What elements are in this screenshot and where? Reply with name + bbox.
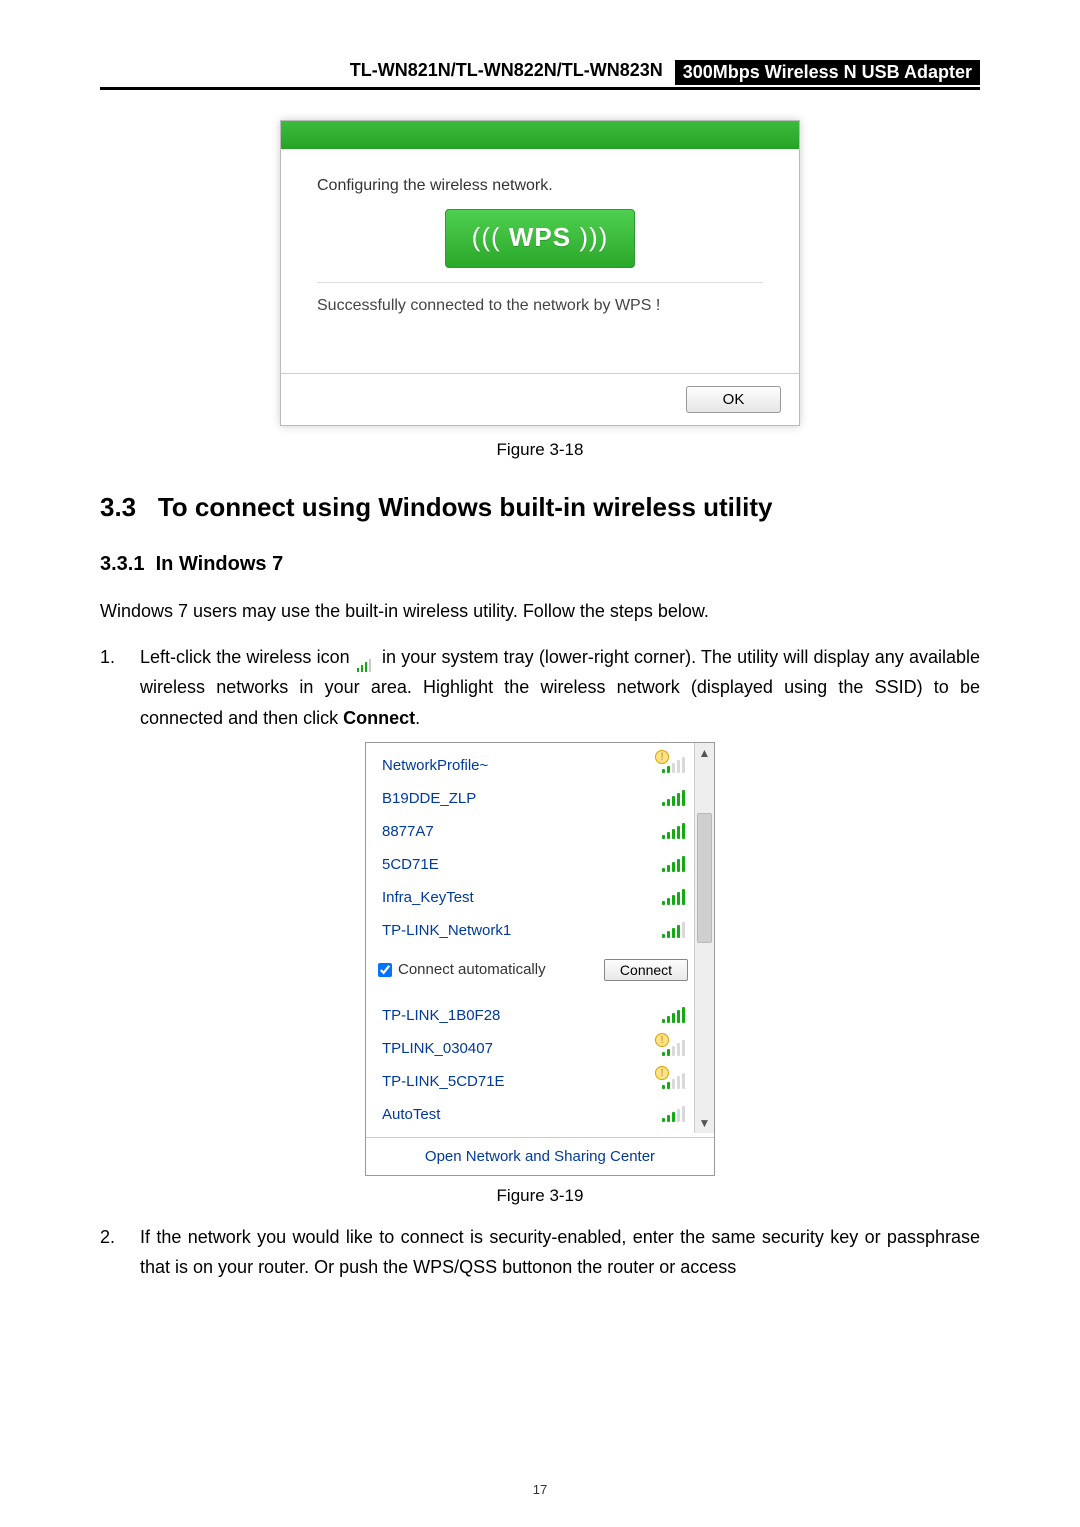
figure-3-18-caption: Figure 3-18 (100, 440, 980, 460)
subsection-heading: 3.3.1 In Windows 7 (100, 553, 980, 576)
connect-automatically[interactable]: Connect automatically (378, 961, 546, 978)
signal-icon (662, 922, 684, 938)
signal-icon (662, 889, 684, 905)
network-item[interactable]: TP-LINK_1B0F28 (378, 999, 688, 1032)
step1-part1: Left-click the wireless icon (140, 647, 355, 667)
wps-success-text: Successfully connected to the network by… (317, 297, 763, 315)
network-item[interactable]: TP-LINK_Network1 (378, 914, 688, 947)
connect-auto-label: Connect automatically (398, 961, 546, 978)
signal-icon (662, 1106, 684, 1122)
flyout-scrollbar[interactable]: ▲ ▼ (694, 743, 714, 1133)
wps-dialog: Configuring the wireless network. WPS Su… (280, 120, 800, 426)
network-item[interactable]: TP-LINK_5CD71E (378, 1065, 688, 1098)
wps-badge: WPS (445, 209, 636, 268)
network-item[interactable]: Infra_KeyTest (378, 881, 688, 914)
signal-icon (662, 1073, 684, 1089)
header-models: TL-WN821N/TL-WN822N/TL-WN823N (100, 60, 675, 85)
network-name: B19DDE_ZLP (382, 790, 662, 807)
step-2-body: If the network you would like to connect… (140, 1222, 980, 1283)
wps-dialog-titlebar (281, 121, 799, 149)
wps-divider (317, 282, 763, 283)
signal-icon (662, 790, 684, 806)
wifi-flyout: ▲ ▼ NetworkProfile~ B19DDE_ZLP 8877A7 5CD71… (365, 742, 715, 1176)
open-network-center-link[interactable]: Open Network and Sharing Center (366, 1137, 714, 1175)
step-2: 2. If the network you would like to conn… (100, 1222, 980, 1283)
network-name: TP-LINK_Network1 (382, 922, 662, 939)
step1-part3: . (415, 708, 420, 728)
scroll-up-icon[interactable]: ▲ (695, 743, 714, 763)
network-item[interactable]: AutoTest (378, 1098, 688, 1131)
network-name: TP-LINK_1B0F28 (382, 1007, 662, 1024)
network-item[interactable]: 5CD71E (378, 848, 688, 881)
connect-button[interactable]: Connect (604, 959, 688, 981)
connect-row: Connect automatically Connect (366, 953, 714, 993)
network-name: 8877A7 (382, 823, 662, 840)
subsection-title: In Windows 7 (156, 553, 284, 575)
subsection-num: 3.3.1 (100, 553, 144, 575)
network-name: Infra_KeyTest (382, 889, 662, 906)
connect-auto-checkbox[interactable] (378, 963, 392, 977)
signal-icon (662, 1007, 684, 1023)
flyout-list: NetworkProfile~ B19DDE_ZLP 8877A7 5CD71E Inf… (366, 743, 714, 953)
doc-header: TL-WN821N/TL-WN822N/TL-WN823N 300Mbps Wi… (100, 60, 980, 90)
ok-button[interactable]: OK (686, 386, 781, 413)
figure-3-19-caption: Figure 3-19 (100, 1186, 980, 1206)
network-item[interactable]: 8877A7 (378, 815, 688, 848)
section-title: To connect using Windows built-in wirele… (158, 492, 773, 522)
step-2-num: 2. (100, 1222, 140, 1283)
scroll-thumb[interactable] (697, 813, 712, 943)
wps-dialog-body: Configuring the wireless network. WPS Su… (281, 149, 799, 373)
section-num: 3.3 (100, 492, 136, 522)
intro-paragraph: Windows 7 users may use the built-in wir… (100, 598, 980, 626)
step-1-body: Left-click the wireless icon in your sys… (140, 642, 980, 734)
step-1-num: 1. (100, 642, 140, 734)
signal-icon (662, 1040, 684, 1056)
signal-icon (662, 856, 684, 872)
wps-configuring-text: Configuring the wireless network. (317, 177, 763, 195)
wps-badge-wrap: WPS (317, 209, 763, 268)
network-name: TP-LINK_5CD71E (382, 1073, 662, 1090)
network-name: AutoTest (382, 1106, 662, 1123)
wps-dialog-footer: OK (281, 373, 799, 425)
step1-bold: Connect (343, 708, 415, 728)
network-item[interactable]: TPLINK_030407 (378, 1032, 688, 1065)
flyout-list-more: TP-LINK_1B0F28 TPLINK_030407 TP-LINK_5CD71… (366, 993, 714, 1137)
network-item[interactable]: NetworkProfile~ (378, 749, 688, 782)
signal-icon (662, 823, 684, 839)
network-item[interactable]: B19DDE_ZLP (378, 782, 688, 815)
wireless-tray-icon (357, 651, 375, 665)
signal-icon (662, 757, 684, 773)
step-1: 1. Left-click the wireless icon in your … (100, 642, 980, 734)
network-name: 5CD71E (382, 856, 662, 873)
header-product: 300Mbps Wireless N USB Adapter (675, 60, 980, 85)
network-name: TPLINK_030407 (382, 1040, 662, 1057)
page-number: 17 (0, 1482, 1080, 1497)
network-name: NetworkProfile~ (382, 757, 662, 774)
section-heading: 3.3 To connect using Windows built-in wi… (100, 492, 980, 523)
scroll-down-icon[interactable]: ▼ (695, 1113, 714, 1133)
